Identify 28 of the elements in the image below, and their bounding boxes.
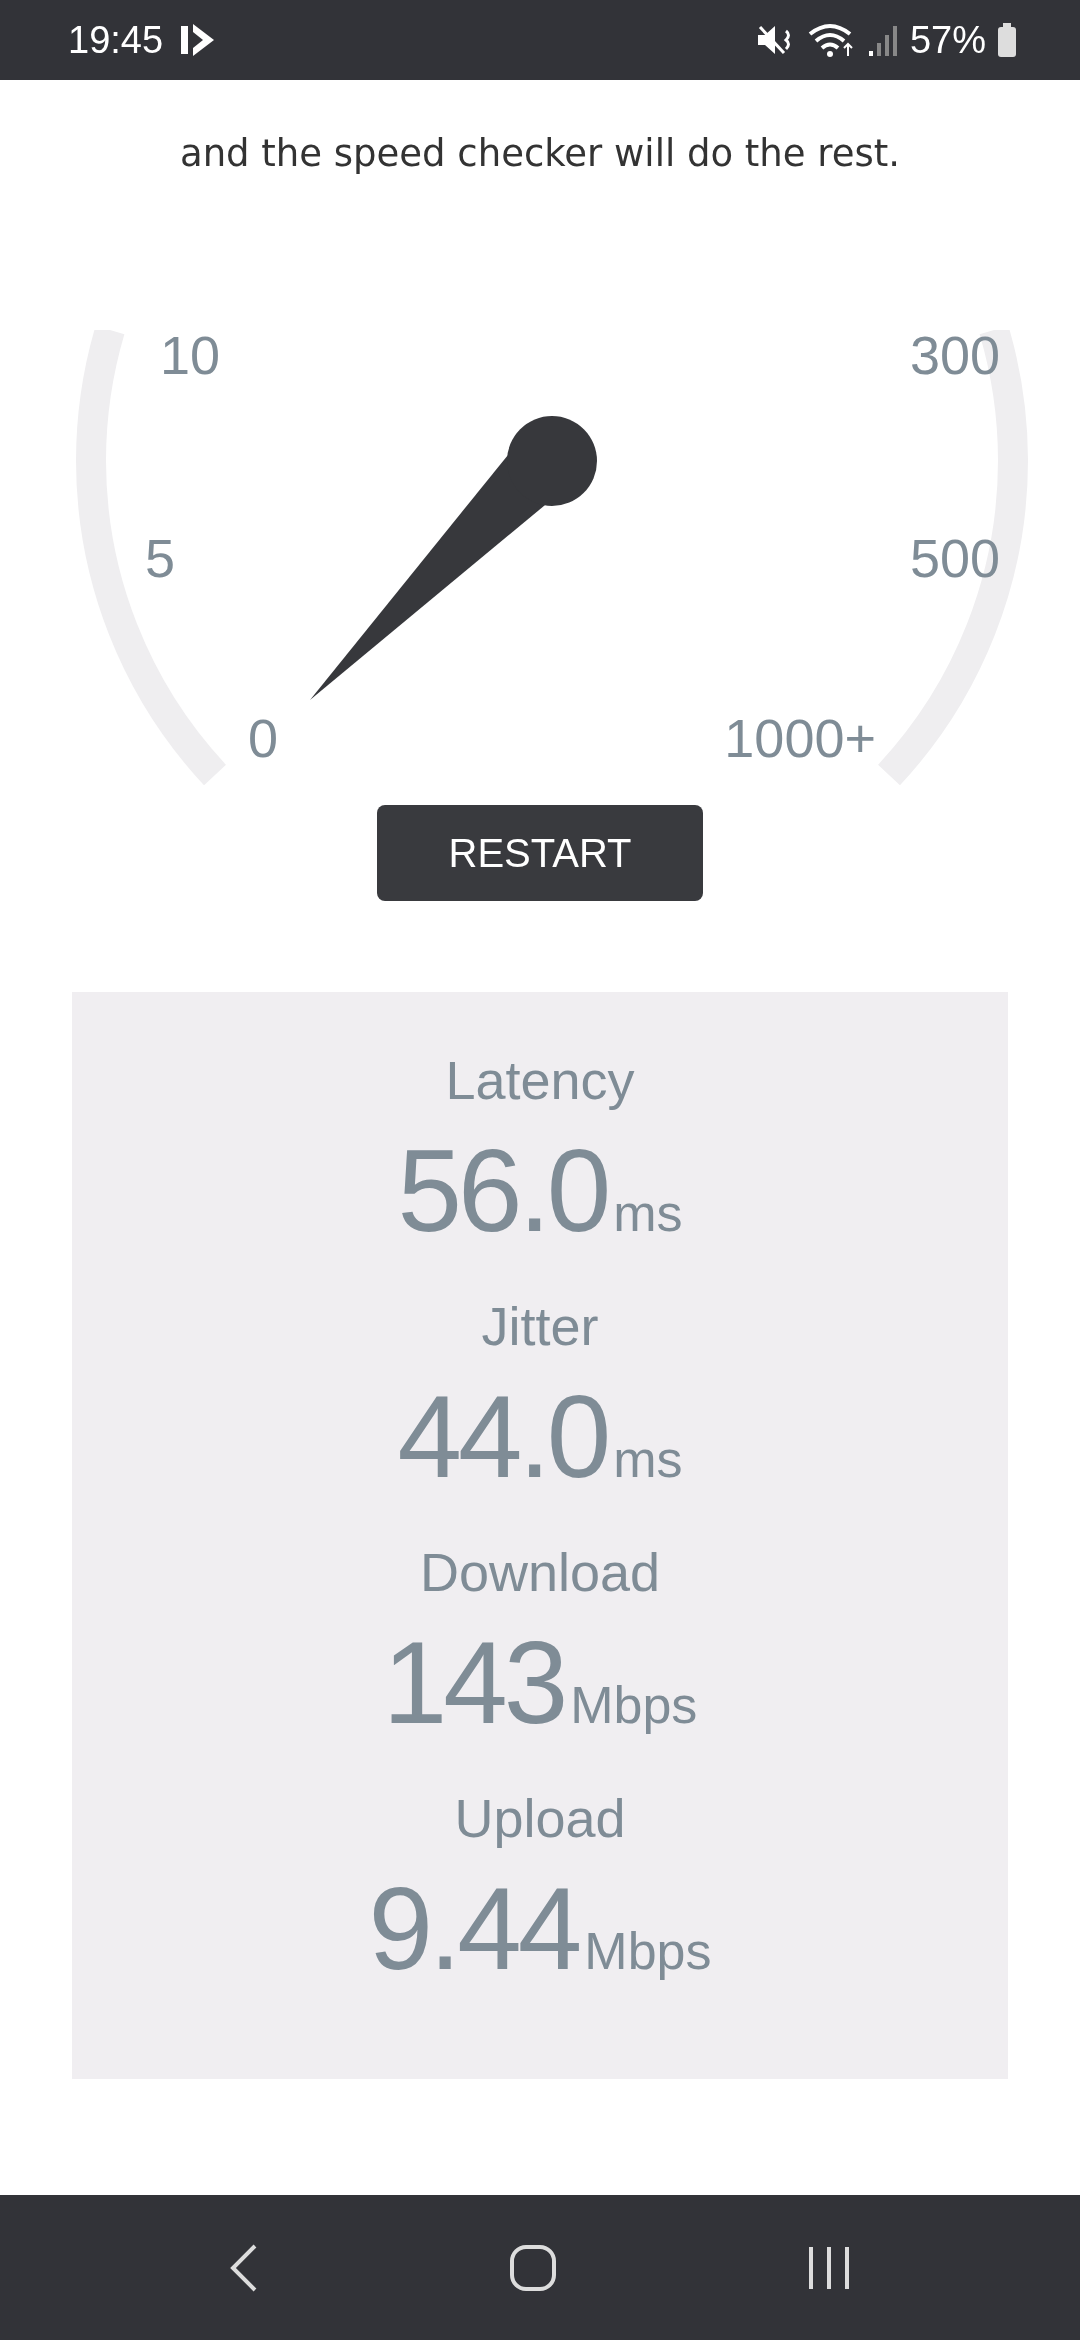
metric-label: Jitter — [481, 1295, 599, 1358]
metric-value: 9.44 — [368, 1863, 579, 1996]
scale-label: 500 — [909, 528, 1000, 588]
metric-label: Download — [419, 1541, 661, 1604]
scale-label: 5 — [145, 528, 176, 588]
metric-value: 56.0 — [397, 1125, 608, 1258]
metric-unit: ms — [613, 1429, 683, 1489]
recents-icon[interactable] — [807, 2244, 851, 2291]
scale-label: 10 — [160, 325, 221, 385]
home-icon[interactable] — [509, 2243, 557, 2292]
scale-label: 0 — [248, 708, 279, 768]
metric-unit: Mbps — [570, 1675, 698, 1735]
restart-button[interactable]: RESTART — [377, 805, 703, 901]
metric-value: 44.0 — [397, 1371, 608, 1504]
scale-label: 300 — [909, 325, 1000, 385]
signal-icon — [867, 23, 898, 57]
metric-unit: Mbps — [584, 1921, 712, 1981]
metric-value: 143 — [382, 1617, 565, 1750]
clock: 19:45 — [68, 18, 164, 62]
metric-unit: ms — [613, 1183, 683, 1243]
metric-label: Upload — [454, 1787, 626, 1850]
battery-icon — [998, 23, 1016, 57]
battery-percent: 57% — [909, 18, 986, 62]
back-icon[interactable] — [229, 2242, 259, 2293]
metric-label: Latency — [445, 1049, 635, 1112]
scale-label: 1000+ — [724, 708, 876, 768]
instruction-text: and the speed checker will do the rest. — [179, 131, 901, 177]
play-icon — [181, 22, 216, 58]
